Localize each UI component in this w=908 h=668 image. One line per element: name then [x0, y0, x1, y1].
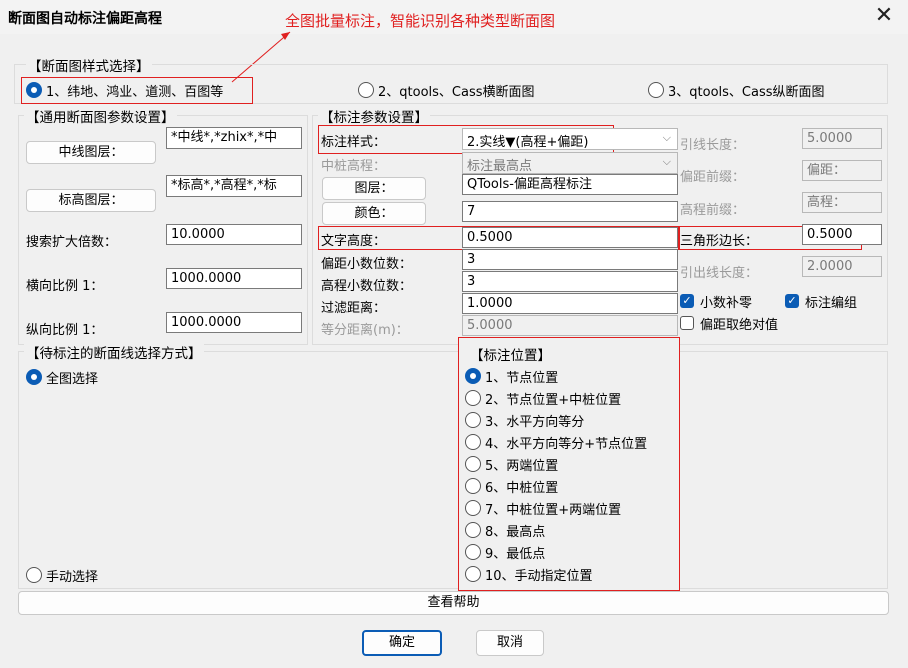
radio[interactable] [358, 82, 374, 98]
equal-label: 等分距离(m)： [321, 323, 409, 338]
elev-layer-button[interactable]: 标高图层： [26, 189, 156, 212]
layer-field[interactable]: QTools-偏距高程标注 [462, 174, 678, 195]
radio[interactable] [465, 456, 481, 472]
triangle-field[interactable]: 0.5000 [802, 224, 882, 245]
position-label: 9、最低点 [485, 547, 546, 562]
style-group-title: 【断面图样式选择】 [26, 55, 152, 75]
color-field[interactable]: 7 [462, 201, 678, 222]
vscale-field[interactable]: 1000.0000 [166, 312, 302, 333]
elev-prefix-label: 高程前缀： [680, 203, 746, 218]
position-label: 1、节点位置 [485, 371, 559, 386]
selection-group-title: 【待标注的断面线选择方式】 [24, 342, 204, 362]
checkbox-label: 小数补零 [700, 296, 753, 311]
radio[interactable] [26, 567, 42, 583]
radio[interactable] [465, 500, 481, 516]
radio-selected[interactable] [26, 369, 42, 385]
leader-len-label: 引线长度： [680, 138, 746, 153]
checkbox-label: 偏距取绝对值 [700, 318, 779, 333]
text-height-label: 文字高度： [321, 234, 387, 249]
general-group-title: 【通用断面图参数设置】 [24, 106, 177, 126]
radio[interactable] [648, 82, 664, 98]
leader-len-field: 5.0000 [802, 128, 882, 149]
position-label: 10、手动指定位置 [485, 569, 593, 584]
check-icon[interactable]: ✓ [680, 294, 694, 308]
params-group-title: 【标注参数设置】 [318, 106, 430, 126]
hscale-label: 横向比例 1： [26, 279, 104, 294]
position-label: 6、中桩位置 [485, 481, 559, 496]
elev-layer-field[interactable]: *标高*,*高程*,*标 [166, 175, 302, 197]
center-elev-select: 标注最高点 ⌵ [462, 152, 678, 174]
radio[interactable] [465, 544, 481, 560]
radio[interactable] [465, 390, 481, 406]
filter-field[interactable]: 1.0000 [462, 293, 678, 314]
select-all-label: 全图选择 [46, 372, 99, 387]
radio-selected[interactable] [26, 82, 42, 98]
style-option-label: 3、qtools、Cass纵断面图 [668, 85, 825, 100]
radio[interactable] [465, 566, 481, 582]
style-option-label: 2、qtools、Cass横断面图 [378, 85, 535, 100]
center-elev-value: 标注最高点 [467, 159, 533, 174]
position-label: 7、中桩位置+两端位置 [485, 503, 622, 518]
select-manual-label: 手动选择 [46, 570, 99, 585]
offset-dec-field[interactable]: 3 [462, 249, 678, 270]
radio[interactable] [465, 412, 481, 428]
color-button[interactable]: 颜色： [322, 202, 426, 225]
center-layer-button[interactable]: 中线图层： [26, 141, 156, 164]
checkbox-label: 标注编组 [805, 296, 858, 311]
style-option-label: 1、纬地、鸿业、道测、百图等 [46, 85, 224, 100]
radio[interactable] [465, 434, 481, 450]
checkbox-box[interactable] [680, 316, 694, 330]
radio[interactable] [465, 478, 481, 494]
ok-button[interactable]: 确定 [362, 630, 442, 656]
chevron-down-icon: ⌵ [662, 131, 671, 144]
offset-prefix-label: 偏距前缀： [680, 170, 746, 185]
style-label: 标注样式： [321, 135, 387, 150]
offset-dec-label: 偏距小数位数： [321, 257, 413, 272]
elev-dec-label: 高程小数位数： [321, 279, 413, 294]
style-select[interactable]: 2.实线▼(高程+偏距) ⌵ [462, 128, 678, 150]
vscale-label: 纵向比例 1： [26, 323, 104, 338]
layer-button[interactable]: 图层： [322, 177, 426, 200]
center-layer-field[interactable]: *中线*,*zhix*,*中 [166, 127, 302, 149]
position-label: 2、节点位置+中桩位置 [485, 393, 622, 408]
search-field[interactable]: 10.0000 [166, 224, 302, 245]
center-elev-label: 中桩高程： [321, 159, 387, 174]
radio[interactable] [465, 522, 481, 538]
offset-prefix-field: 偏距： [802, 160, 882, 181]
text-height-field[interactable]: 0.5000 [462, 227, 678, 248]
style-select-value: 2.实线▼(高程+偏距) [467, 135, 589, 150]
positions-group-title: 【标注位置】 [468, 344, 553, 364]
equal-field: 5.0000 [462, 315, 678, 336]
triangle-label: 三角形边长： [680, 234, 759, 249]
cancel-button[interactable]: 取消 [476, 630, 544, 656]
position-label: 8、最高点 [485, 525, 546, 540]
selection-group-box [18, 351, 888, 589]
chevron-down-icon: ⌵ [662, 155, 671, 168]
positions-list: 1、节点位置 2、节点位置+中桩位置 3、水平方向等分 4、水平方向等分+节点位… [465, 368, 675, 588]
hscale-field[interactable]: 1000.0000 [166, 268, 302, 289]
position-label: 4、水平方向等分+节点位置 [485, 437, 648, 452]
elev-dec-field[interactable]: 3 [462, 271, 678, 292]
filter-label: 过滤距离： [321, 301, 387, 316]
help-button[interactable]: 查看帮助 [18, 591, 889, 615]
out-len-label: 引出线长度： [680, 266, 759, 281]
check-icon[interactable]: ✓ [785, 294, 799, 308]
out-len-field: 2.0000 [802, 256, 882, 277]
search-label: 搜索扩大倍数： [26, 235, 118, 250]
radio-selected[interactable] [465, 368, 481, 384]
position-label: 5、两端位置 [485, 459, 559, 474]
position-label: 3、水平方向等分 [485, 415, 585, 430]
elev-prefix-field: 高程： [802, 192, 882, 213]
